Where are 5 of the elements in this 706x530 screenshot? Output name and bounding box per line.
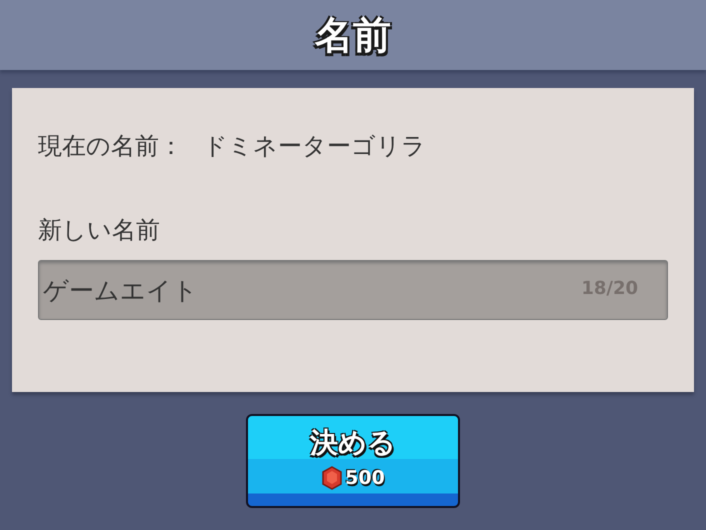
current-name-value: ドミネーターゴリラ [203,131,426,162]
current-name-label: 現在の名前： [38,131,183,162]
new-name-label: 新しい名前 [38,215,160,246]
gem-icon [321,466,344,490]
screen-title: 名前 [315,12,391,58]
